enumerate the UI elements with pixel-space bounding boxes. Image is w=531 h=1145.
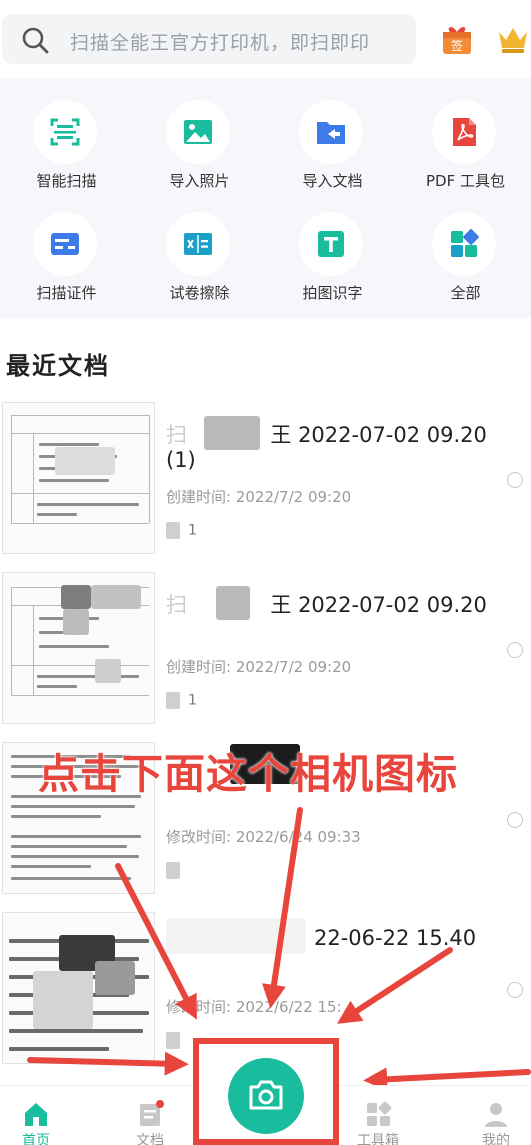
tool-label: 智能扫描 bbox=[36, 172, 97, 190]
doc-title-mid: 王 bbox=[270, 593, 292, 617]
user-icon bbox=[485, 1103, 507, 1127]
document-icon bbox=[140, 1100, 164, 1126]
nav-home[interactable]: 首页 bbox=[0, 1086, 76, 1145]
page-count-icon bbox=[166, 522, 180, 539]
tool-import-photo[interactable]: 导入照片 bbox=[133, 88, 266, 198]
top-bar: 扫描全能王官方打印机，即扫即印 签 bbox=[0, 0, 531, 78]
toolbox-icon bbox=[367, 1101, 392, 1126]
vip-crown-icon[interactable] bbox=[496, 24, 530, 54]
tool-grid: 智能扫描 导入照片 导入文档 PDF 工具包 扫描证件 试卷擦除 拍图识字 全部 bbox=[0, 78, 531, 318]
doc-title-prefix: 扫 bbox=[166, 423, 187, 447]
doc-title-mid: 王 bbox=[270, 423, 292, 447]
list-item[interactable]: 扫 王 2022-07-02 09.20 (1) 创建时间: 2022/7/2 … bbox=[0, 402, 531, 570]
nav-label: 首页 bbox=[22, 1133, 50, 1145]
nav-label: 文档 bbox=[136, 1133, 164, 1145]
camera-button[interactable] bbox=[228, 1058, 304, 1134]
nav-label: 工具箱 bbox=[357, 1133, 399, 1145]
page-count-icon bbox=[166, 1032, 180, 1049]
nav-me[interactable]: 我的 bbox=[456, 1086, 531, 1145]
recent-docs-title: 最近文档 bbox=[6, 352, 110, 380]
id-card-icon bbox=[51, 233, 79, 255]
search-placeholder: 扫描全能王官方打印机，即扫即印 bbox=[70, 32, 371, 54]
tool-label: 扫描证件 bbox=[36, 284, 97, 302]
doc-title-line2: (1) bbox=[166, 448, 196, 472]
home-icon bbox=[25, 1103, 47, 1126]
image-icon bbox=[184, 120, 212, 144]
doc-thumbnail bbox=[2, 402, 155, 554]
tool-all[interactable]: 全部 bbox=[399, 200, 531, 310]
nav-toolbox[interactable]: 工具箱 bbox=[338, 1086, 418, 1145]
gift-badge-icon[interactable]: 签 bbox=[440, 22, 474, 56]
grid-all-icon bbox=[451, 229, 479, 257]
tool-pdf-kit[interactable]: PDF 工具包 bbox=[399, 88, 531, 198]
text-recognize-icon bbox=[318, 231, 344, 257]
eraser-icon bbox=[184, 233, 212, 255]
tutorial-annotation: 点击下面这个相机图标 bbox=[38, 750, 458, 798]
tool-label: 拍图识字 bbox=[302, 284, 363, 302]
doc-meta: 修改时间: 2022/6/24 09:33 bbox=[166, 828, 361, 846]
doc-title: 2022-07-02 09.20 bbox=[298, 593, 487, 617]
search-icon bbox=[22, 27, 49, 54]
tool-label: 试卷擦除 bbox=[169, 284, 230, 302]
search-input[interactable]: 扫描全能王官方打印机，即扫即印 bbox=[2, 14, 416, 64]
pdf-icon bbox=[453, 118, 476, 146]
doc-thumbnail bbox=[2, 912, 155, 1064]
select-radio[interactable] bbox=[507, 982, 523, 998]
camera-icon bbox=[249, 1080, 283, 1110]
tool-label: 导入文档 bbox=[302, 172, 363, 190]
tool-label: PDF 工具包 bbox=[426, 172, 505, 190]
select-radio[interactable] bbox=[507, 642, 523, 658]
tool-import-doc[interactable]: 导入文档 bbox=[266, 88, 399, 198]
select-radio[interactable] bbox=[507, 472, 523, 488]
doc-page-count: 1 bbox=[188, 692, 197, 709]
tool-label: 导入照片 bbox=[169, 172, 230, 190]
doc-meta: 创建时间: 2022/7/2 09:20 bbox=[166, 658, 352, 676]
doc-meta: 修改时间: 2022/6/22 15: bbox=[166, 998, 342, 1016]
doc-meta: 创建时间: 2022/7/2 09:20 bbox=[166, 488, 352, 506]
tool-scan-id[interactable]: 扫描证件 bbox=[0, 200, 133, 310]
select-radio[interactable] bbox=[507, 812, 523, 828]
doc-page-count: 1 bbox=[188, 522, 197, 539]
nav-label: 我的 bbox=[482, 1133, 510, 1145]
page-count-icon bbox=[166, 862, 180, 879]
tool-label: 全部 bbox=[450, 284, 481, 302]
folder-import-icon bbox=[317, 122, 345, 144]
doc-title-prefix: 扫 bbox=[166, 593, 187, 617]
list-item[interactable]: 扫 王 2022-07-02 09.20 创建时间: 2022/7/2 09:2… bbox=[0, 572, 531, 740]
camera-highlight-box bbox=[193, 1038, 339, 1145]
page-count-icon bbox=[166, 692, 180, 709]
gift-label: 签 bbox=[451, 38, 463, 53]
tool-erase-paper[interactable]: 试卷擦除 bbox=[133, 200, 266, 310]
tool-ocr[interactable]: 拍图识字 bbox=[266, 200, 399, 310]
scan-frame-icon bbox=[50, 118, 80, 146]
tool-smart-scan[interactable]: 智能扫描 bbox=[0, 88, 133, 198]
doc-title: 22-06-22 15.40 bbox=[314, 926, 477, 950]
nav-docs[interactable]: 文档 bbox=[110, 1086, 190, 1145]
doc-title: 2022-07-02 09.20 bbox=[298, 423, 487, 447]
doc-thumbnail bbox=[2, 572, 155, 724]
